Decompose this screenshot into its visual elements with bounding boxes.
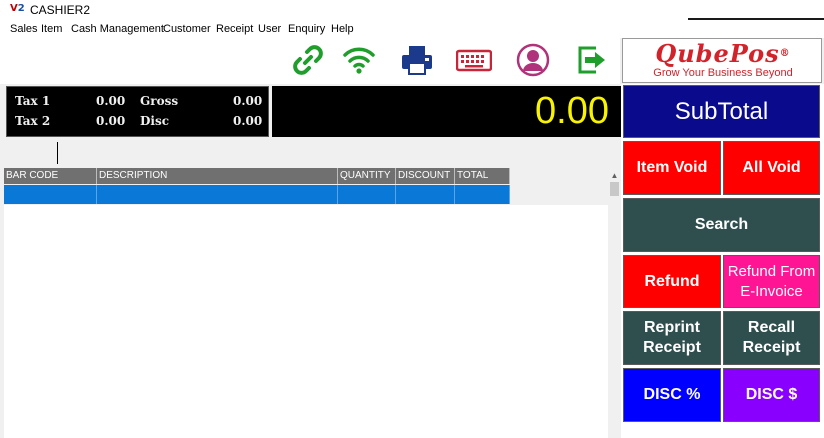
- printer-icon[interactable]: [399, 42, 435, 78]
- col-discount[interactable]: DISCOUNT: [396, 168, 455, 184]
- item-void-button[interactable]: Item Void: [623, 141, 721, 195]
- menu-receipt[interactable]: Receipt: [216, 22, 253, 36]
- cell-quantity: [338, 185, 396, 204]
- keyboard-icon[interactable]: [455, 42, 493, 78]
- reprint-receipt-button[interactable]: Reprint Receipt: [623, 311, 721, 365]
- menu-user[interactable]: User: [258, 22, 281, 36]
- scroll-thumb[interactable]: [610, 182, 619, 196]
- col-quantity[interactable]: QUANTITY: [338, 168, 396, 184]
- window-title: CASHIER2: [30, 3, 91, 17]
- item-list-area: [4, 205, 608, 438]
- col-total[interactable]: TOTAL: [455, 168, 510, 184]
- gross-value: 0.00: [233, 94, 263, 108]
- cell-discount: [396, 185, 455, 204]
- disc-amount-button[interactable]: DISC $: [723, 368, 820, 422]
- menu-sales[interactable]: Sales: [10, 22, 38, 36]
- brand-logo: QubePos® Grow Your Business Beyond: [622, 38, 822, 83]
- col-description[interactable]: DESCRIPTION: [97, 168, 338, 184]
- gross-label: Gross: [140, 94, 179, 108]
- vertical-scrollbar[interactable]: ▲: [608, 168, 621, 438]
- brand-tagline: Grow Your Business Beyond: [653, 67, 793, 79]
- all-void-button[interactable]: All Void: [723, 141, 820, 195]
- app-logo-icon: V2: [10, 3, 25, 14]
- title-bar: [0, 0, 824, 20]
- exit-icon[interactable]: [574, 42, 610, 78]
- menu-customer[interactable]: Customer: [163, 22, 211, 36]
- refund-button[interactable]: Refund: [623, 255, 721, 308]
- recall-receipt-button[interactable]: Recall Receipt: [723, 311, 820, 365]
- scroll-up-icon[interactable]: ▲: [608, 170, 621, 182]
- total-amount: 0.00: [535, 90, 609, 132]
- tax2-value: 0.00: [96, 114, 126, 128]
- menu-cash-management[interactable]: Cash Management: [71, 22, 164, 36]
- search-button[interactable]: Search: [623, 198, 820, 252]
- barcode-entry-cursor[interactable]: [57, 142, 58, 164]
- col-barcode[interactable]: BAR CODE: [4, 168, 97, 184]
- refund-einvoice-button[interactable]: Refund From E-Invoice: [723, 255, 820, 308]
- disc-value: 0.00: [233, 114, 263, 128]
- disc-label: Disc: [140, 114, 170, 128]
- wifi-icon[interactable]: [341, 42, 377, 78]
- tax2-label: Tax 2: [15, 114, 51, 128]
- menu-item[interactable]: Item: [41, 22, 62, 36]
- tax1-label: Tax 1: [15, 94, 51, 108]
- subtotal-button[interactable]: SubTotal: [623, 85, 820, 138]
- cell-total: [455, 185, 510, 204]
- cell-barcode: [4, 185, 97, 204]
- menu-help[interactable]: Help: [331, 22, 354, 36]
- total-display: 0.00: [272, 86, 621, 137]
- tax1-value: 0.00: [96, 94, 126, 108]
- user-profile-icon[interactable]: [515, 42, 551, 78]
- menu-enquiry[interactable]: Enquiry: [288, 22, 325, 36]
- brand-name: QubePos®: [655, 39, 791, 68]
- cell-description: [97, 185, 338, 204]
- link-icon[interactable]: [290, 42, 326, 78]
- disc-percent-button[interactable]: DISC %: [623, 368, 721, 422]
